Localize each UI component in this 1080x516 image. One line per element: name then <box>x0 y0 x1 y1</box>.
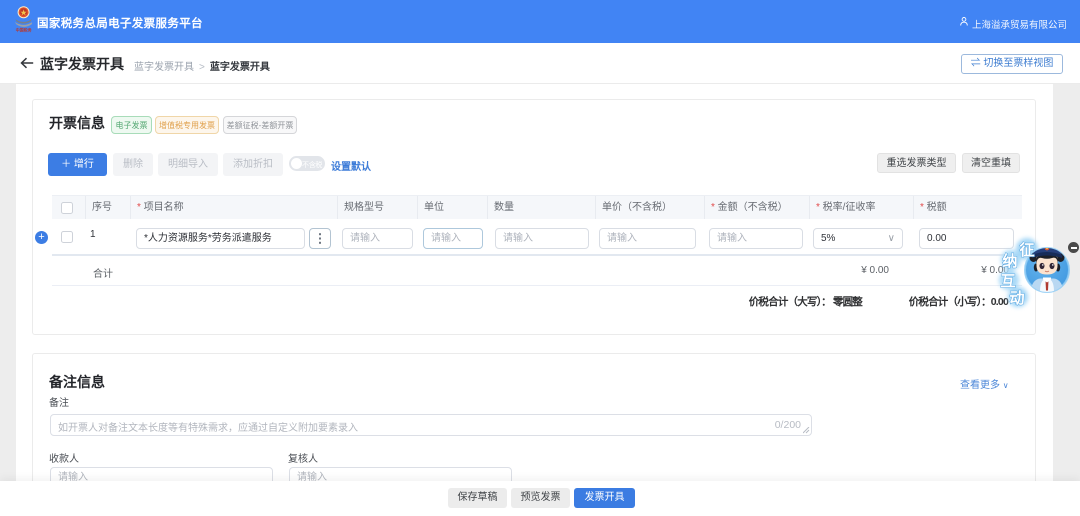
svg-text:纳: 纳 <box>1002 252 1017 270</box>
svg-text:征: 征 <box>1019 241 1034 259</box>
svg-text:中国税务: 中国税务 <box>16 27 32 33</box>
svg-text:动: 动 <box>1009 289 1024 307</box>
svg-text:互: 互 <box>1000 273 1015 290</box>
